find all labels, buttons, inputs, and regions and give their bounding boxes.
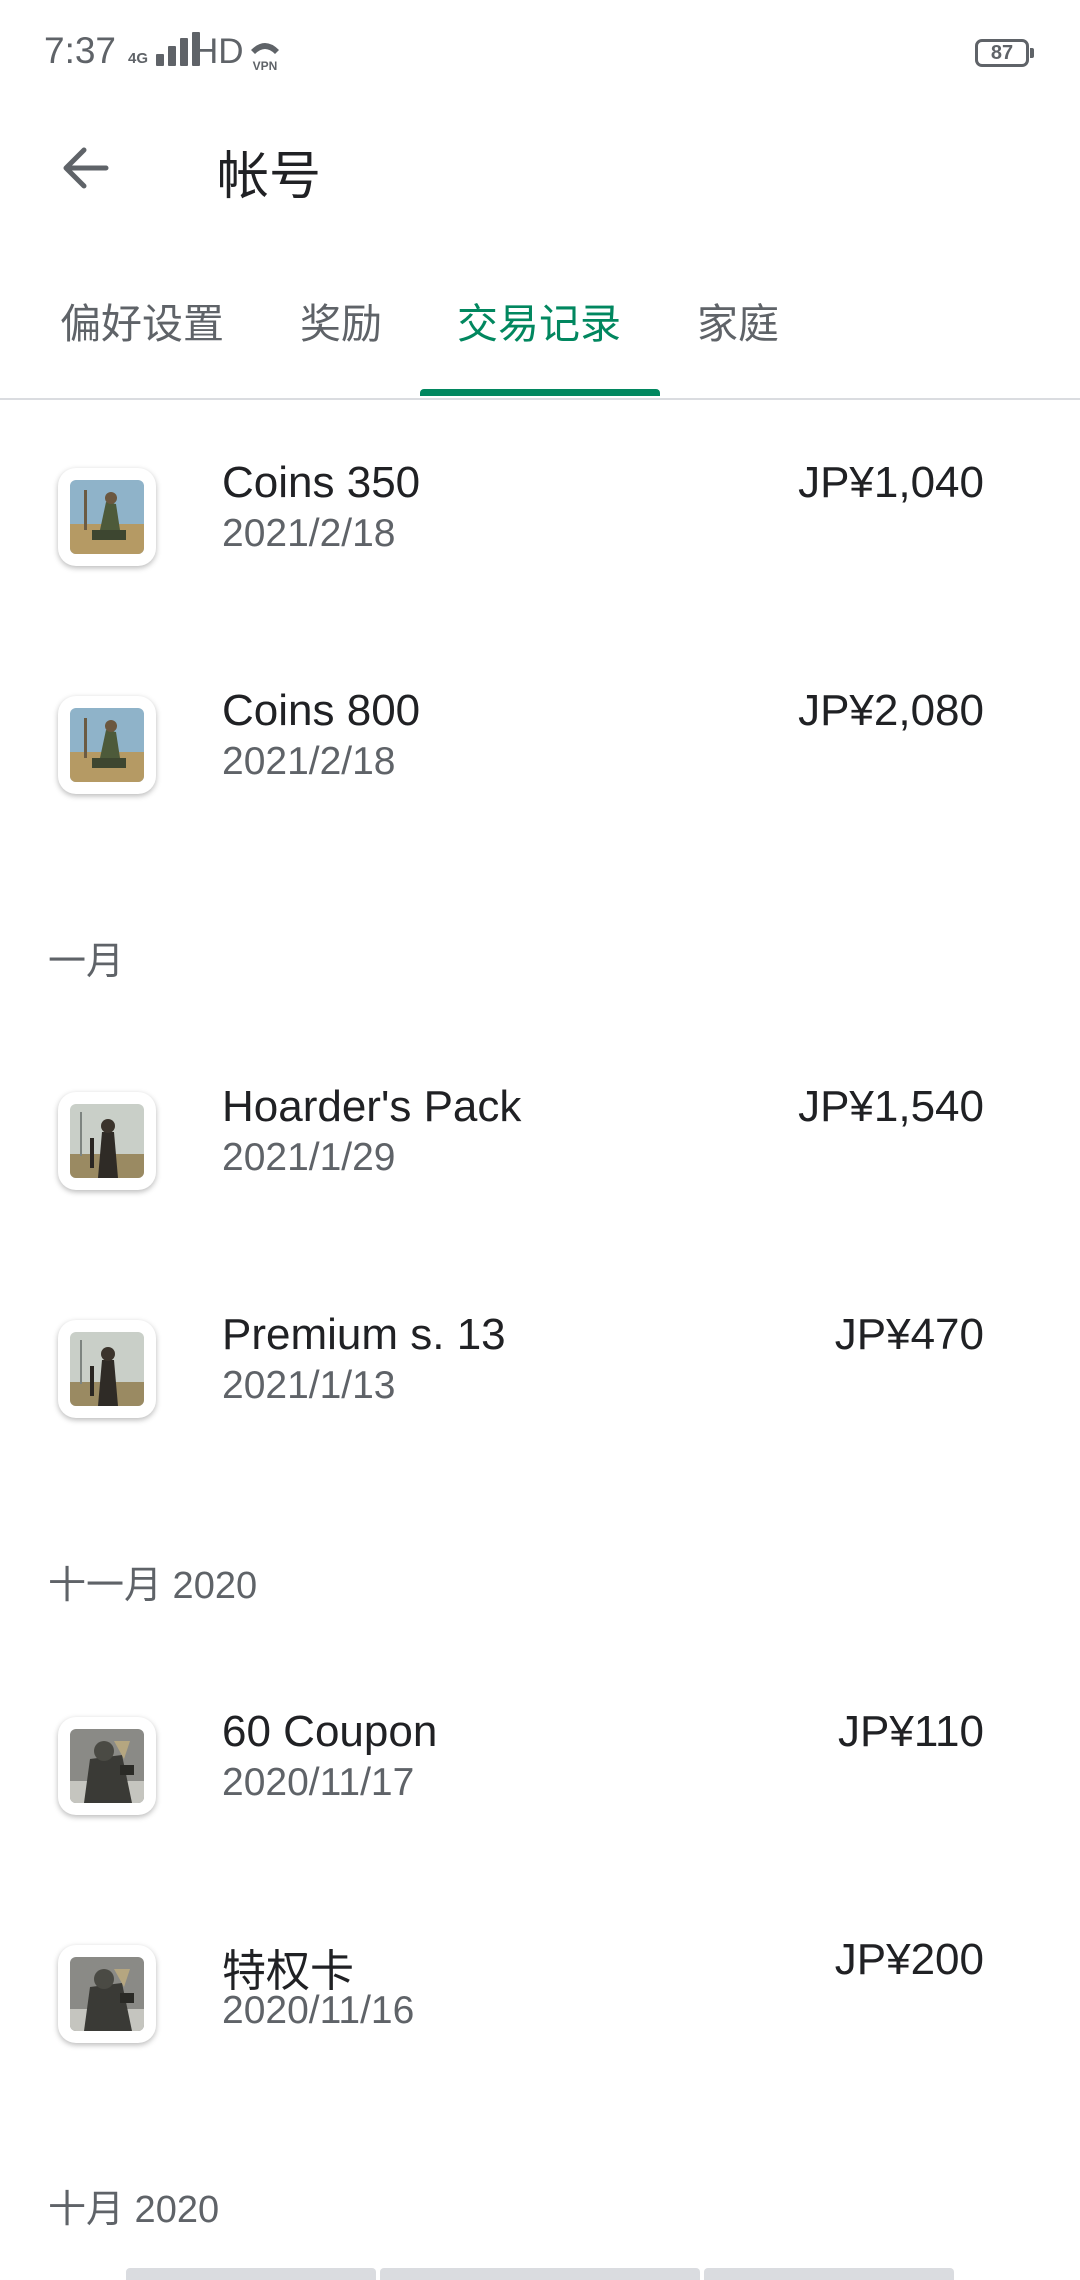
item-date: 2021/2/18 <box>222 740 396 783</box>
item-date: 2021/1/13 <box>222 1364 396 1407</box>
network-type: 4G <box>128 50 149 67</box>
item-title: Premium s. 13 <box>222 1310 506 1359</box>
purchase-item-hoarders-pack[interactable]: Hoarder's Pack 2021/1/29 JP¥1,540 <box>0 1082 1080 1292</box>
game-icon-zombie <box>58 1717 156 1815</box>
section-header-october-2020: 十月 2020 <box>48 2189 220 2231</box>
vpn-icon: VPN <box>251 43 279 72</box>
game-icon-soldier <box>58 696 156 794</box>
game-icon-soldier <box>58 468 156 566</box>
tab-preferences[interactable]: 偏好设置 <box>60 290 224 350</box>
arrow-back-icon[interactable] <box>54 138 114 198</box>
item-title: Coins 800 <box>222 686 421 735</box>
item-date: 2021/2/18 <box>222 512 396 555</box>
next-item-peek <box>380 2268 700 2280</box>
item-price: JP¥1,040 <box>798 458 984 507</box>
tab-rewards[interactable]: 奖励 <box>300 290 382 350</box>
account-page: 7:37 4G HD VPN 87 帐号 偏好设置 奖励 交易记录 家庭 Coi… <box>0 0 1080 2280</box>
tab-family[interactable]: 家庭 <box>697 290 779 350</box>
section-header-january: 一月 <box>48 941 125 983</box>
game-icon-zombie <box>58 1945 156 2043</box>
next-item-peek <box>704 2268 954 2280</box>
item-date: 2021/1/29 <box>222 1136 396 1179</box>
item-title: Coins 350 <box>222 458 421 507</box>
item-price: JP¥2,080 <box>798 686 984 735</box>
item-title: 60 Coupon <box>222 1707 438 1756</box>
purchase-item-premium-s13[interactable]: Premium s. 13 2021/1/13 JP¥470 <box>0 1310 1080 1520</box>
purchase-item-60-coupon[interactable]: 60 Coupon 2020/11/17 JP¥110 <box>0 1707 1080 1917</box>
game-icon-survivor <box>58 1320 156 1418</box>
item-title: Hoarder's Pack <box>222 1082 522 1131</box>
battery-icon: 87 <box>975 39 1034 67</box>
purchase-item-coins-800[interactable]: Coins 800 2021/2/18 JP¥2,080 <box>0 686 1080 896</box>
item-price: JP¥110 <box>838 1707 984 1756</box>
status-bar: 7:37 4G HD VPN 87 <box>0 0 1080 108</box>
item-price: JP¥200 <box>834 1935 984 1984</box>
section-header-november-2020: 十一月 2020 <box>48 1565 258 1607</box>
tab-purchase-history[interactable]: 交易记录 <box>457 290 621 350</box>
vpn-label: VPN <box>253 59 278 72</box>
hd-indicator: HD <box>193 32 244 71</box>
signal-icon: 4G <box>128 32 201 67</box>
game-icon-survivor <box>58 1092 156 1190</box>
item-price: JP¥1,540 <box>798 1082 984 1131</box>
next-item-peek <box>126 2268 376 2280</box>
status-time: 7:37 <box>44 30 117 71</box>
tab-bar: 偏好设置 奖励 交易记录 家庭 <box>0 270 1080 400</box>
battery-level: 87 <box>990 42 1014 64</box>
item-price: JP¥470 <box>834 1310 984 1359</box>
page-title: 帐号 <box>217 148 322 206</box>
purchase-item-coins-350[interactable]: Coins 350 2021/2/18 JP¥1,040 <box>0 458 1080 668</box>
item-date: 2020/11/16 <box>222 1989 415 2032</box>
active-tab-indicator <box>420 389 660 396</box>
item-date: 2020/11/17 <box>222 1761 415 1804</box>
purchase-item-privilege-card[interactable]: 特权卡 2020/11/16 JP¥200 <box>0 1935 1080 2145</box>
